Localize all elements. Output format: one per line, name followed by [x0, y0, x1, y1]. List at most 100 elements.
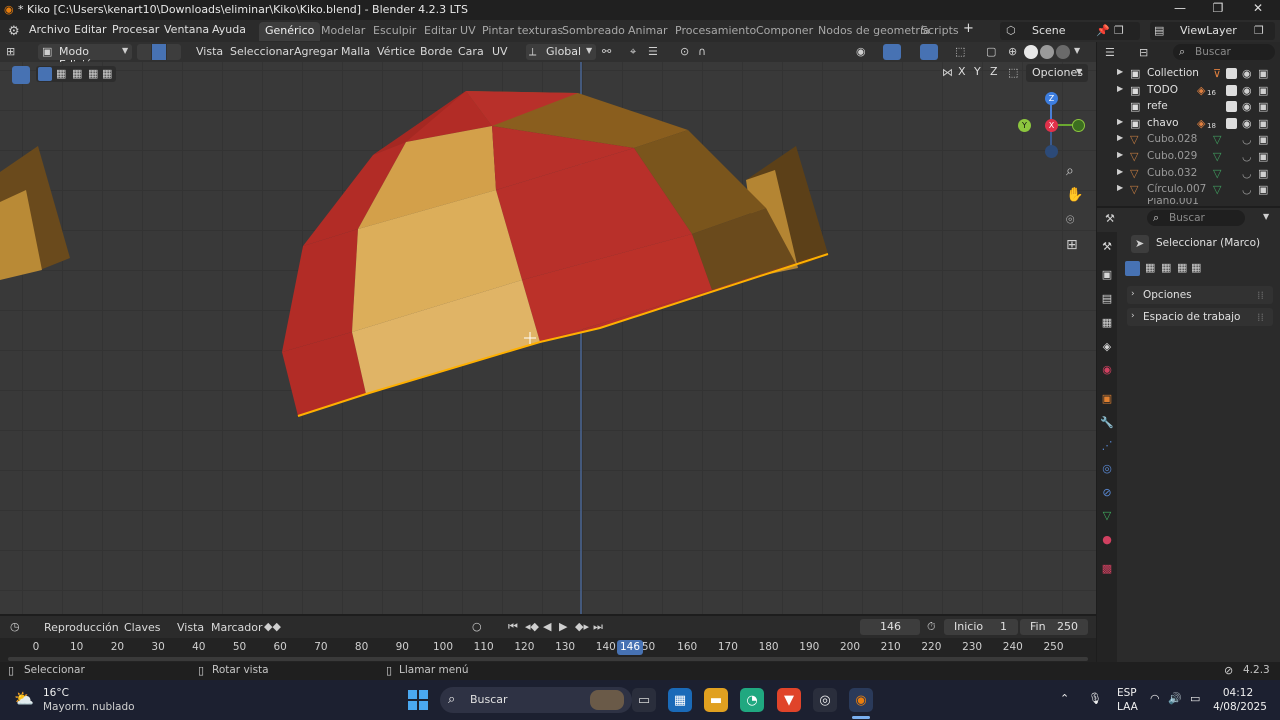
widgets-icon[interactable]: ▦ — [668, 688, 692, 712]
timeline-editor-icon[interactable]: ◷ — [10, 620, 20, 633]
eye-icon[interactable]: ◉ — [1242, 100, 1252, 113]
outliner-row[interactable]: ▶ ▽ Cubo.032 ▽ ◡ ▣ — [1097, 166, 1280, 182]
checkbox-icon[interactable] — [1226, 101, 1237, 112]
start-frame-field[interactable]: Inicio 1 — [944, 619, 1018, 635]
expand-arrow-icon[interactable]: ▶ — [1117, 150, 1123, 159]
pin-icon[interactable]: 📌 — [1096, 24, 1110, 37]
pivot-icon[interactable]: ⚯ — [602, 45, 611, 58]
editor-type-icon[interactable]: ⊞ — [6, 45, 15, 58]
expand-arrow-icon[interactable]: ▶ — [1117, 67, 1123, 76]
transform-orientation-selector[interactable]: ⟂ Global ▼ — [526, 44, 596, 60]
properties-editor-icon[interactable]: ⚒ — [1105, 212, 1115, 225]
outliner-row[interactable]: ▶ ▽ Círculo.007 ▽ ◡ ▣ — [1097, 182, 1280, 198]
eye-icon[interactable]: ◉ — [1242, 84, 1252, 97]
checkbox-icon[interactable] — [1226, 68, 1237, 79]
expand-arrow-icon[interactable]: ▶ — [1117, 167, 1123, 176]
mesh-overlay-icon[interactable]: ⬚ — [955, 45, 965, 58]
proportional-editing-icon[interactable]: ⊙ — [680, 45, 689, 58]
menu-archivo[interactable]: Archivo — [29, 23, 70, 36]
menu-editar[interactable]: Editar — [74, 23, 107, 36]
scene-tab-icon[interactable]: ◈ — [1100, 340, 1114, 354]
expand-arrow-icon[interactable]: ▶ — [1117, 183, 1123, 192]
vertex-select-button[interactable] — [137, 44, 151, 60]
tab-animar[interactable]: Animar — [622, 22, 674, 41]
output-tab-icon[interactable]: ▤ — [1100, 292, 1114, 306]
outliner-editor-icon[interactable]: ☰ — [1105, 46, 1115, 59]
eye-icon[interactable]: ◉ — [1242, 67, 1252, 80]
gizmo-neg-z-axis[interactable] — [1045, 145, 1058, 158]
tab-modelar[interactable]: Modelar — [315, 22, 371, 41]
properties-search-input[interactable]: ⌕ Buscar — [1147, 210, 1245, 226]
close-button[interactable]: ✕ — [1238, 1, 1278, 19]
outliner-row[interactable]: ▶ ▣ TODO ◈ 16 ◉ ▣ — [1097, 83, 1280, 99]
play-reverse-icon[interactable]: ◀ — [543, 620, 551, 633]
menu-marcador[interactable]: Marcador — [211, 621, 263, 634]
gizmo-y-axis[interactable]: Y — [1018, 119, 1031, 132]
maximize-button[interactable]: ❐ — [1198, 1, 1238, 19]
language-code[interactable]: ESP — [1117, 687, 1137, 699]
camera-icon[interactable]: ▣ — [1258, 84, 1268, 97]
particles-tab-icon[interactable]: ⋰ — [1100, 439, 1114, 453]
eye-closed-icon[interactable]: ◡ — [1242, 133, 1252, 146]
3d-viewport[interactable]: ▦ ▦ ▦ ▦ ⋈ X Y Z ⬚ Opciones ▼ Z Y X ⌕ ✋ ⌾… — [0, 62, 1096, 614]
camera-icon[interactable]: ▣ — [1258, 117, 1268, 130]
display-mode-icon[interactable]: ⊟ — [1139, 46, 1148, 59]
menu-seleccionar[interactable]: Seleccionar — [230, 45, 294, 58]
menu-agregar[interactable]: Agregar — [294, 45, 338, 58]
panel-espacio-trabajo[interactable]: › Espacio de trabajo ⁞⁞ — [1127, 308, 1273, 326]
current-frame-field[interactable]: 146 — [860, 619, 920, 635]
select-new-button[interactable] — [38, 67, 52, 81]
show-hidden-icons[interactable]: ⌃ — [1060, 692, 1069, 705]
menu-claves[interactable]: Claves — [124, 621, 161, 634]
select-tool-button[interactable] — [12, 66, 30, 84]
app-green-icon[interactable]: ◔ — [740, 688, 764, 712]
world-tab-icon[interactable]: ◉ — [1100, 363, 1114, 377]
volume-icon[interactable]: 🔊 — [1168, 692, 1182, 705]
gizmo-x-axis[interactable]: X — [1045, 119, 1058, 132]
expand-arrow-icon[interactable]: ▶ — [1117, 117, 1123, 126]
blender-taskbar-icon[interactable]: ◉ — [849, 688, 873, 712]
modifier-tab-icon[interactable]: 🔧 — [1100, 416, 1114, 430]
camera-icon[interactable]: ▣ — [1258, 100, 1268, 113]
camera-icon[interactable]: ▣ — [1258, 133, 1268, 146]
scene-selector[interactable]: ⬡ Scene 📌 ❐ — [1000, 22, 1140, 40]
brave-browser-icon[interactable]: ▼ — [777, 688, 801, 712]
menu-ayuda[interactable]: Ayuda — [212, 23, 246, 36]
stopwatch-icon[interactable]: ⏱ — [927, 620, 936, 634]
solid-shading-icon[interactable] — [1024, 45, 1038, 59]
timeline-ruler[interactable]: 0 10 20 30 40 50 60 70 80 90 100 110 120 130 140 50 160 1… — [0, 638, 1096, 662]
menu-reproduccion[interactable]: Reproducción — [44, 621, 119, 634]
constraints-tab-icon[interactable]: ⊘ — [1100, 486, 1114, 500]
playhead-frame[interactable]: 146 — [617, 640, 643, 655]
tool-tab-icon[interactable]: ⚒ — [1100, 240, 1114, 254]
eye-closed-icon[interactable]: ◡ — [1242, 167, 1252, 180]
checkbox-icon[interactable] — [1226, 118, 1237, 129]
jump-start-icon[interactable]: ⏮ — [508, 620, 518, 634]
menu-ventana[interactable]: Ventana — [164, 23, 209, 36]
menu-vista-timeline[interactable]: Vista — [177, 621, 204, 634]
select-intersect-icon[interactable]: ▦ — [102, 67, 112, 80]
outliner-row[interactable]: ▶ ▣ Collection ⊽ ◉ ▣ — [1097, 66, 1280, 82]
clock-date[interactable]: 4/08/2025 — [1212, 701, 1268, 713]
outliner-row[interactable]: Plano.001 — [1097, 198, 1280, 206]
checkbox-icon[interactable] — [1226, 85, 1237, 96]
wifi-icon[interactable]: ◠ — [1150, 692, 1160, 705]
new-view-layer-icon[interactable]: ❐ — [1254, 24, 1264, 37]
end-frame-field[interactable]: Fin 250 — [1020, 619, 1088, 635]
gizmo-toggle-button[interactable] — [883, 44, 901, 60]
tab-scripts[interactable]: Scripts — [915, 22, 965, 41]
tab-componer[interactable]: Componer — [750, 22, 819, 41]
expand-arrow-icon[interactable]: ▶ — [1117, 133, 1123, 142]
auto-keying-icon[interactable]: ○ — [472, 620, 482, 633]
tab-procesamiento[interactable]: Procesamiento — [669, 22, 762, 41]
data-tab-icon[interactable]: ▽ — [1100, 509, 1114, 523]
clock-time[interactable]: 04:12 — [1212, 687, 1264, 699]
render-tab-icon[interactable]: ▣ — [1100, 268, 1114, 282]
tab-editar-uv[interactable]: Editar UV — [418, 22, 482, 41]
tab-generico[interactable]: Genérico — [259, 22, 321, 41]
camera-icon[interactable]: ▣ — [1258, 167, 1268, 180]
select-subtract-icon[interactable]: ▦ — [72, 67, 82, 80]
texture-tab-icon[interactable]: ▩ — [1100, 562, 1114, 576]
gizmo-z-axis[interactable]: Z — [1045, 92, 1058, 105]
blender-menu-icon[interactable]: ⚙ — [8, 24, 20, 39]
